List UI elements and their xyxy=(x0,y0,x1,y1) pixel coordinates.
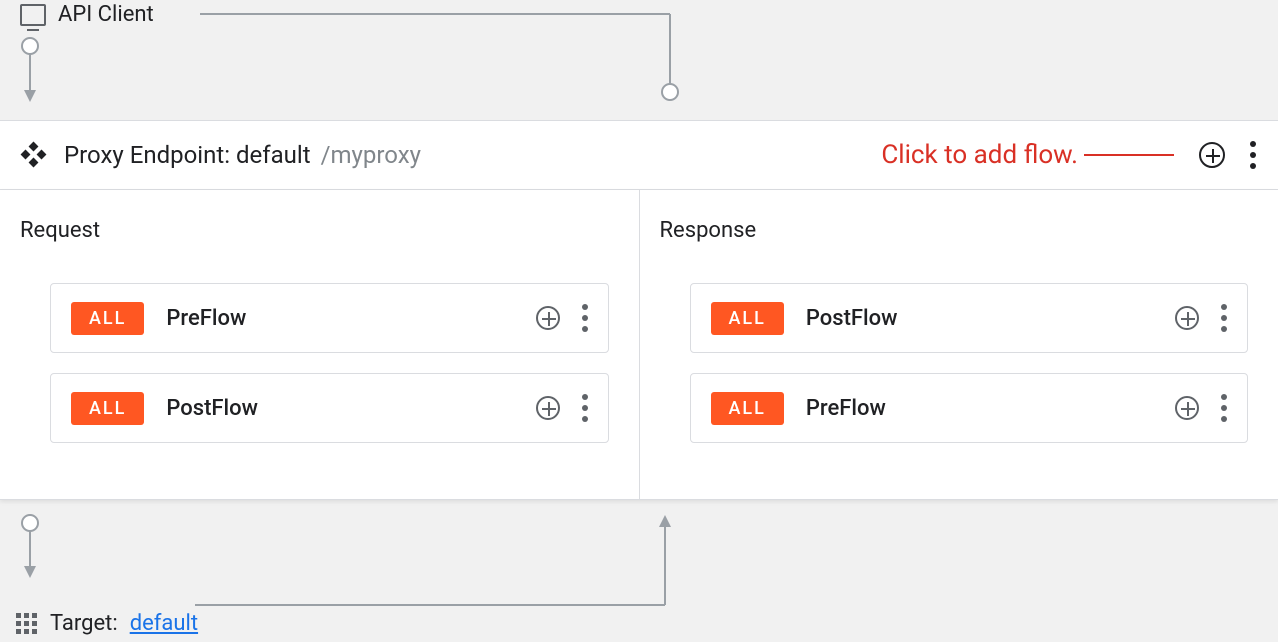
request-title: Request xyxy=(20,218,609,243)
flow-name: PreFlow xyxy=(166,306,513,331)
add-step-button[interactable] xyxy=(1175,396,1199,420)
endpoint-title: Proxy Endpoint: default xyxy=(64,141,311,169)
flow-badge: ALL xyxy=(71,392,144,425)
response-flow-card[interactable]: ALL PreFlow xyxy=(690,373,1249,443)
monitor-icon xyxy=(20,4,46,26)
endpoint-path: /myproxy xyxy=(321,141,421,169)
add-flow-annotation: Click to add flow. xyxy=(881,140,1174,170)
add-flow-button[interactable] xyxy=(1199,142,1225,168)
flow-name: PreFlow xyxy=(806,396,1153,421)
flow-menu-button[interactable] xyxy=(1221,304,1227,332)
api-client-label: API Client xyxy=(58,2,154,27)
flow-menu-button[interactable] xyxy=(582,394,588,422)
annotation-text: Click to add flow. xyxy=(881,140,1078,170)
flow-name: PostFlow xyxy=(166,396,513,421)
response-title: Response xyxy=(660,218,1249,243)
target-footer: Target: default xyxy=(16,611,198,636)
request-flow-card[interactable]: ALL PreFlow xyxy=(50,283,609,353)
target-label: Target: xyxy=(50,611,118,636)
api-client-header: API Client xyxy=(20,2,154,27)
request-flow-card[interactable]: ALL PostFlow xyxy=(50,373,609,443)
add-step-button[interactable] xyxy=(1175,306,1199,330)
response-panel: Response ALL PostFlow ALL PreFlow xyxy=(639,190,1278,499)
target-link[interactable]: default xyxy=(130,611,198,636)
flow-name: PostFlow xyxy=(806,306,1153,331)
flow-menu-button[interactable] xyxy=(582,304,588,332)
flow-badge: ALL xyxy=(711,392,784,425)
endpoint-icon xyxy=(22,143,46,167)
add-step-button[interactable] xyxy=(536,306,560,330)
proxy-endpoint-bar: Proxy Endpoint: default /myproxy Click t… xyxy=(0,120,1278,190)
endpoint-menu-button[interactable] xyxy=(1250,141,1256,169)
grid-icon xyxy=(16,613,38,635)
request-panel: Request ALL PreFlow ALL PostFlow xyxy=(0,190,639,499)
flow-badge: ALL xyxy=(711,302,784,335)
response-flow-card[interactable]: ALL PostFlow xyxy=(690,283,1249,353)
add-step-button[interactable] xyxy=(536,396,560,420)
flow-menu-button[interactable] xyxy=(1221,394,1227,422)
flow-badge: ALL xyxy=(71,302,144,335)
